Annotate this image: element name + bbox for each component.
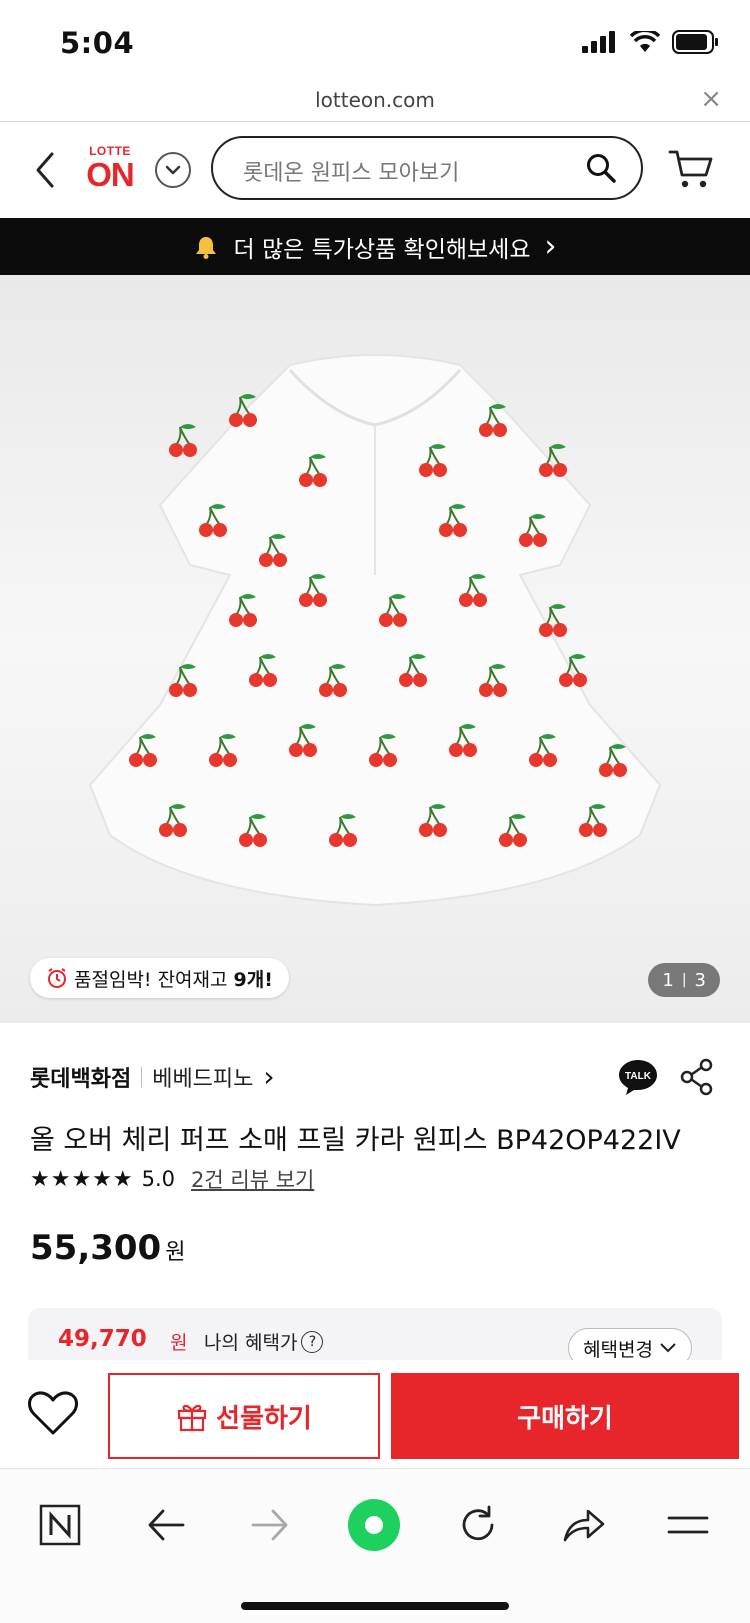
url-bar[interactable]: lotteon.com × (0, 80, 750, 122)
share-arrow-icon[interactable] (556, 1497, 612, 1553)
search-input[interactable]: 롯데온 원피스 모아보기 (211, 136, 643, 200)
status-bar: 5:04 (0, 0, 750, 80)
gift-icon (178, 1404, 207, 1432)
arrow-left-icon[interactable] (138, 1497, 194, 1553)
wifi-icon (630, 31, 660, 52)
promo-text: 더 많은 특가상품 확인해보세요 (233, 236, 531, 263)
heart-icon[interactable] (28, 1390, 78, 1436)
benefit-price: 49,770 (58, 1326, 147, 1352)
page-total: 3 (694, 969, 706, 991)
bell-icon (196, 236, 217, 259)
browser-toolbar (0, 1468, 750, 1623)
battery-icon (672, 30, 718, 54)
buy-button-label: 구매하기 (517, 1403, 613, 1434)
buy-button[interactable]: 구매하기 (391, 1373, 739, 1459)
brand-divider (141, 1066, 143, 1087)
status-time: 5:04 (60, 26, 135, 60)
review-link[interactable]: 2건 리뷰 보기 (191, 1164, 314, 1194)
mall-dropdown-button[interactable] (155, 152, 191, 188)
green-dot-icon[interactable] (346, 1497, 402, 1553)
purchase-action-bar: 선물하기 구매하기 (0, 1360, 750, 1468)
brand-arrow: › (263, 1060, 275, 1093)
logo-main-text: ON (86, 156, 135, 193)
chevron-down-icon (165, 165, 181, 175)
status-icons (582, 30, 720, 54)
lotte-on-logo[interactable]: LOTTE ON (82, 144, 138, 194)
promo-arrow: › (544, 229, 557, 264)
share-icon[interactable] (680, 1058, 714, 1096)
home-indicator[interactable] (241, 1602, 509, 1610)
talk-icon[interactable]: TALK (617, 1058, 659, 1096)
page-current: 1 (662, 969, 674, 991)
gift-button[interactable]: 선물하기 (108, 1373, 380, 1459)
brand-name[interactable]: 베베드피노 (152, 1061, 253, 1093)
rating-row: ★★★★★ 5.0 2건 리뷰 보기 (30, 1164, 314, 1194)
page-separator: | (681, 972, 687, 988)
stock-count: 9개! (233, 968, 273, 991)
svg-text:TALK: TALK (625, 1071, 652, 1082)
cart-icon[interactable] (668, 148, 714, 190)
rating-value: 5.0 (141, 1167, 176, 1191)
price-row: 55,300 원 (30, 1228, 185, 1268)
price-unit: 원 (165, 1240, 186, 1265)
benefit-label-text: 나의 혜택가 (204, 1332, 298, 1354)
star-rating-icon: ★★★★★ (30, 1166, 134, 1192)
menu-icon[interactable] (660, 1497, 716, 1553)
promo-banner[interactable]: 더 많은 특가상품 확인해보세요 › (0, 218, 750, 275)
stock-text: 품절임박! 잔여재고 (74, 968, 228, 991)
alarm-icon (48, 968, 66, 988)
benefit-change-label: 혜택변경 (583, 1338, 653, 1361)
brand-row[interactable]: 롯데백화점 베베드피노 › (30, 1060, 275, 1093)
signal-icon (582, 31, 615, 53)
search-icon[interactable] (585, 152, 617, 184)
cherry-dress-image (88, 354, 662, 907)
store-name[interactable]: 롯데백화점 (30, 1061, 131, 1093)
product-image[interactable]: 품절임박! 잔여재고 9개! 1 | 3 (0, 275, 750, 1023)
chevron-down-icon (660, 1343, 676, 1353)
gift-button-label: 선물하기 (216, 1403, 312, 1434)
product-title: 올 오버 체리 퍼프 소매 프릴 카라 원피스 BP42OP422IV (30, 1125, 681, 1156)
price-value: 55,300 (30, 1228, 162, 1268)
naver-n-icon[interactable] (32, 1497, 88, 1553)
benefit-price-unit: 원 (170, 1332, 188, 1354)
close-icon[interactable]: × (700, 84, 722, 114)
stock-badge: 품절임박! 잔여재고 9개! (30, 958, 289, 998)
help-icon[interactable]: ? (301, 1330, 324, 1353)
search-placeholder: 롯데온 원피스 모아보기 (243, 161, 460, 186)
back-icon[interactable] (30, 148, 60, 192)
refresh-icon[interactable] (450, 1497, 506, 1553)
image-page-indicator: 1 | 3 (648, 963, 720, 997)
benefit-price-box: 49,770 원 나의 혜택가 ? 혜택변경 (28, 1308, 722, 1368)
arrow-right-icon[interactable] (242, 1497, 298, 1553)
benefit-label: 나의 혜택가 ? (204, 1328, 324, 1355)
url-text[interactable]: lotteon.com (0, 88, 750, 112)
site-header: LOTTE ON 롯데온 원피스 모아보기 (0, 122, 750, 218)
